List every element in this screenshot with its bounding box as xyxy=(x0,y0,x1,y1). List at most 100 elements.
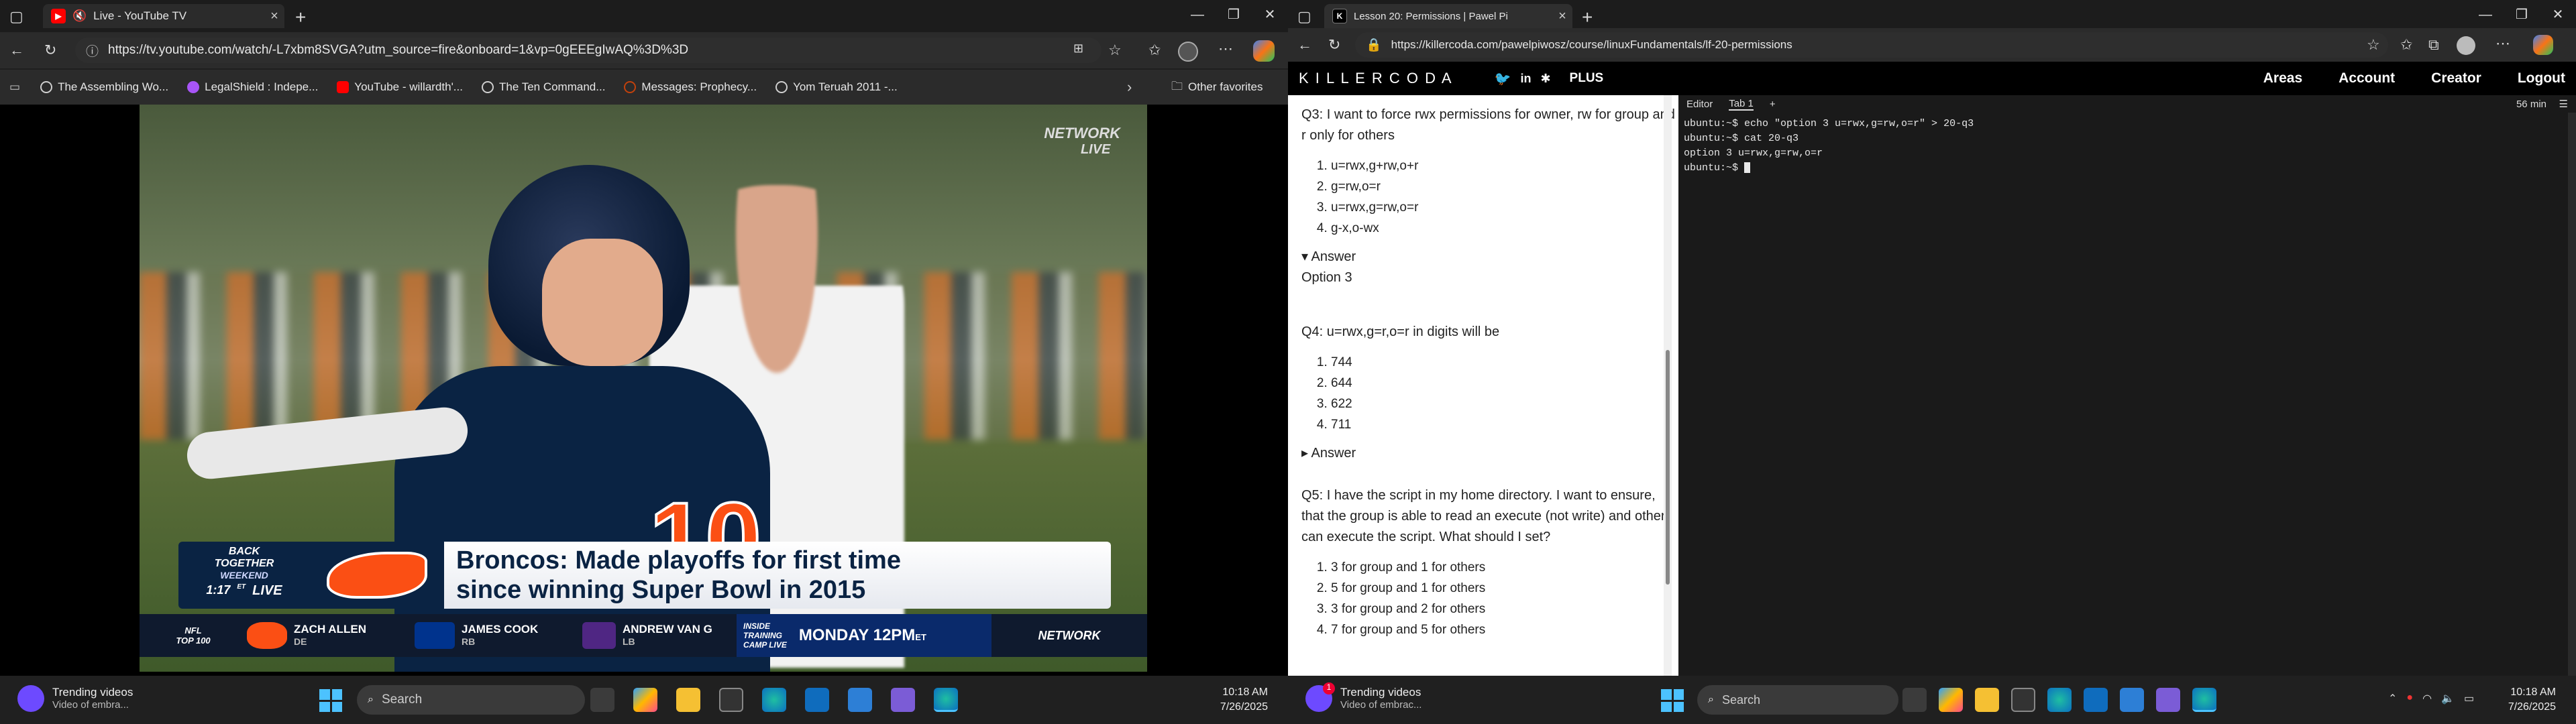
edge-icon[interactable] xyxy=(2047,688,2072,712)
file-explorer-icon[interactable] xyxy=(676,688,700,712)
close-tab-icon[interactable]: × xyxy=(1552,9,1572,24)
task-view-icon[interactable] xyxy=(590,688,614,712)
brand-logo[interactable]: K I L L E R C O D A xyxy=(1299,70,1453,87)
chevron-up-icon[interactable]: ⌃ xyxy=(2388,692,2397,705)
store-icon[interactable] xyxy=(2084,688,2108,712)
bookmark-item[interactable]: The Assembling Wo... xyxy=(40,80,168,94)
chevron-right-icon[interactable]: › xyxy=(1127,78,1132,96)
new-tab-icon[interactable]: + xyxy=(1582,7,1593,28)
clock: 10:18 AM 7/26/2025 xyxy=(1220,685,1268,715)
other-favorites[interactable]: 🗀 Other favorites xyxy=(1171,78,1263,97)
favorite-star-icon[interactable]: ☆ xyxy=(1108,42,1122,59)
menu-icon[interactable]: ☰ xyxy=(2559,98,2568,110)
photos-icon[interactable] xyxy=(848,688,872,712)
restore-icon[interactable]: ❐ xyxy=(1216,0,1252,29)
copilot-app-icon[interactable] xyxy=(1939,688,1963,712)
back-icon[interactable]: ← xyxy=(1297,36,1312,54)
address-bar[interactable]: ⓘ https://tv.youtube.com/watch/-L7xbm8SV… xyxy=(75,38,1102,63)
start-button[interactable] xyxy=(1661,689,1684,712)
badge-line: BACK xyxy=(228,546,260,557)
refresh-icon[interactable]: ↻ xyxy=(44,42,56,59)
pane-scrollbar[interactable] xyxy=(1664,95,1672,676)
security-icon[interactable]: ● xyxy=(2406,692,2413,705)
plus-link[interactable]: PLUS xyxy=(1570,71,1604,86)
terminal-tab-1[interactable]: Tab 1 xyxy=(1729,98,1754,111)
file-explorer-icon[interactable] xyxy=(1975,688,1999,712)
restore-icon[interactable]: ❐ xyxy=(2504,0,2540,29)
back-icon[interactable]: ← xyxy=(9,42,24,59)
twitter-icon[interactable]: 🐦 xyxy=(1495,70,1511,87)
terminal-scrollbar[interactable] xyxy=(2568,113,2576,676)
bills-team-icon xyxy=(415,622,455,649)
copilot-icon[interactable] xyxy=(1253,40,1275,62)
favorites-icon[interactable]: ✩ xyxy=(2400,36,2412,54)
minimize-icon[interactable]: — xyxy=(2467,0,2504,29)
app-available-icon[interactable]: ⊞ xyxy=(1073,42,1083,56)
address-bar[interactable]: 🔒 https://killercoda.com/pawelpiwosz/cou… xyxy=(1355,32,2388,58)
favorites-icon[interactable]: ✩ xyxy=(1148,42,1161,59)
minimize-icon[interactable]: — xyxy=(1179,0,1216,29)
photos-icon[interactable] xyxy=(2120,688,2144,712)
nav-account[interactable]: Account xyxy=(2339,70,2395,86)
copilot-icon[interactable] xyxy=(2533,35,2553,55)
bookmark-label: Messages: Prophecy... xyxy=(641,80,757,93)
bookmark-item[interactable]: LegalShield : Indepe... xyxy=(187,80,318,94)
add-terminal-tab[interactable]: + xyxy=(1770,99,1776,110)
favorite-star-icon[interactable]: ☆ xyxy=(2367,36,2380,54)
extensions-icon[interactable]: ⧉ xyxy=(2428,36,2439,54)
widgets-button[interactable]: 1 Trending videos Video of embrac... xyxy=(1305,682,1421,712)
more-menu-icon[interactable]: ⋯ xyxy=(2496,35,2510,52)
bookmark-item[interactable]: Yom Teruah 2011 -... xyxy=(775,80,898,94)
task-view-icon[interactable] xyxy=(1902,688,1927,712)
more-menu-icon[interactable]: ⋯ xyxy=(1218,40,1233,58)
scrollbar-thumb[interactable] xyxy=(1666,350,1670,585)
slack-icon[interactable]: ✱ xyxy=(1540,72,1550,86)
nav-creator[interactable]: Creator xyxy=(2431,70,2481,86)
battery-icon[interactable]: ▭ xyxy=(2464,692,2474,705)
teams-icon[interactable] xyxy=(891,688,915,712)
edge-icon[interactable] xyxy=(762,688,786,712)
tab-youtube-tv[interactable]: ▶ 🔇 Live - YouTube TV × xyxy=(43,4,284,28)
terminal-app-icon[interactable] xyxy=(2011,688,2035,712)
nav-areas[interactable]: Areas xyxy=(2263,70,2302,86)
profile-avatar[interactable] xyxy=(1178,42,1198,62)
taskbar-search[interactable]: ⌕ Search xyxy=(1697,685,1898,715)
tab-title: Lesson 20: Permissions | Pawel Pi xyxy=(1354,10,1508,22)
terminal-area[interactable]: Editor Tab 1 + 56 min ☰ ubuntu:~$ echo "… xyxy=(1678,95,2576,676)
new-tab-icon[interactable]: + xyxy=(295,7,306,28)
start-button[interactable] xyxy=(319,689,342,712)
video-player[interactable]: 10 NETWORK LIVE BACK TOGETHER WEEKEND 1:… xyxy=(0,105,1288,676)
network-icon[interactable]: ◠ xyxy=(2422,692,2432,705)
close-tab-icon[interactable]: × xyxy=(264,9,284,24)
answer-label: Answer xyxy=(1311,249,1356,264)
bookmark-item[interactable]: The Ten Command... xyxy=(481,80,605,94)
linkedin-icon[interactable]: in xyxy=(1520,72,1531,86)
nav-logout[interactable]: Logout xyxy=(2518,70,2565,86)
terminal-app-icon[interactable] xyxy=(719,688,743,712)
terminal-prompt[interactable]: ubuntu:~$ xyxy=(1684,161,2571,176)
tab-actions-icon[interactable]: ▢ xyxy=(1297,8,1311,25)
answer-toggle-open[interactable]: ▾ Answer xyxy=(1301,248,1677,265)
tab-killercoda[interactable]: K Lesson 20: Permissions | Pawel Pi × xyxy=(1324,4,1572,28)
profile-avatar[interactable] xyxy=(2457,36,2475,55)
bookmark-item[interactable]: Messages: Prophecy... xyxy=(624,80,757,94)
edge-active-icon[interactable] xyxy=(934,688,958,712)
toolbar: ← ↻ ⓘ https://tv.youtube.com/watch/-L7xb… xyxy=(0,32,1288,68)
close-window-icon[interactable]: ✕ xyxy=(1252,0,1288,29)
edge-active-icon[interactable] xyxy=(2192,688,2216,712)
store-icon[interactable] xyxy=(805,688,829,712)
widgets-button[interactable]: Trending videos Video of embra... xyxy=(17,685,133,712)
bookmark-item[interactable]: YouTube - willardth'... xyxy=(337,80,463,94)
taskbar-left: Trending videos Video of embra... ⌕ Searc… xyxy=(0,676,1288,724)
refresh-icon[interactable]: ↻ xyxy=(1328,36,1340,54)
answer-toggle-closed[interactable]: ▸ Answer xyxy=(1301,444,1677,461)
bookmarks-app-icon[interactable]: ▭ xyxy=(9,80,20,94)
volume-icon[interactable]: 🔈 xyxy=(2441,692,2455,705)
teams-icon[interactable] xyxy=(2156,688,2180,712)
copilot-app-icon[interactable] xyxy=(633,688,657,712)
editor-tab[interactable]: Editor xyxy=(1686,99,1713,110)
close-window-icon[interactable]: ✕ xyxy=(2540,0,2576,29)
tab-actions-icon[interactable]: ▢ xyxy=(9,8,23,25)
window-controls: — ❐ ✕ xyxy=(1179,0,1288,29)
taskbar-search[interactable]: ⌕ Search xyxy=(357,685,585,715)
